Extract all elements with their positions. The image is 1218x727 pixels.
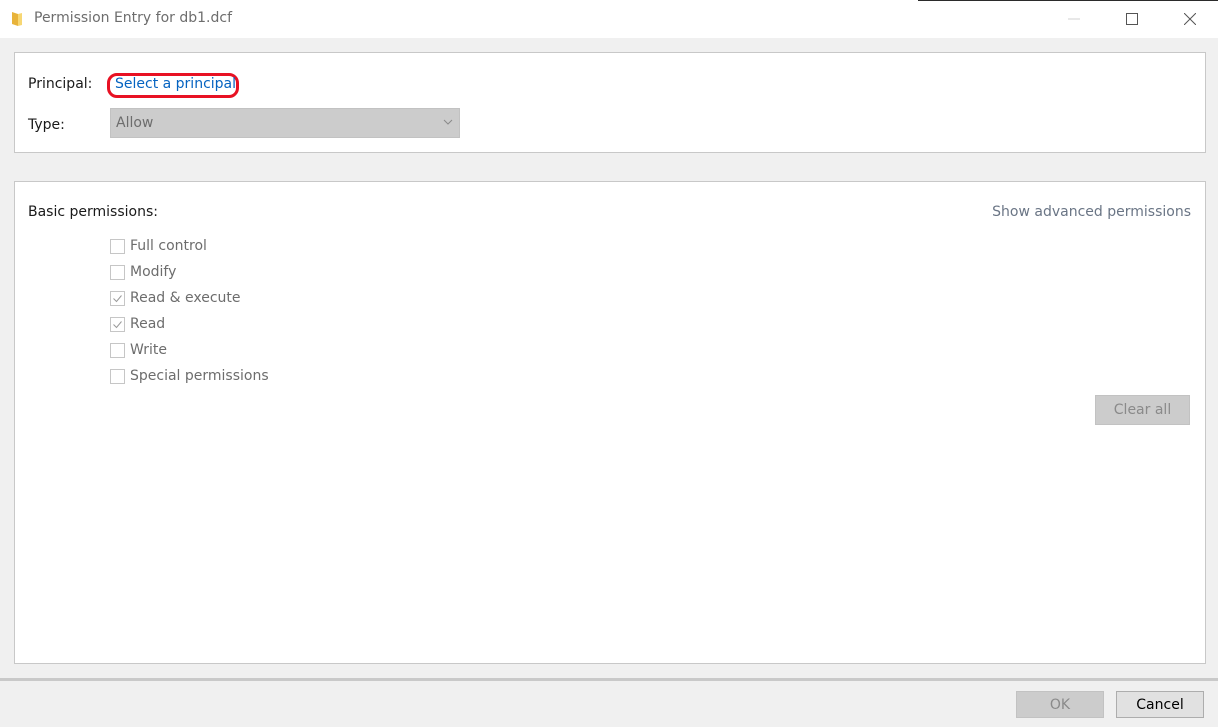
permission-list: Full control Modify Read & execute Read … — [110, 233, 269, 389]
cancel-button[interactable]: Cancel — [1116, 691, 1204, 718]
permissions-panel: Basic permissions: Show advanced permiss… — [14, 181, 1206, 664]
maximize-icon — [1126, 13, 1138, 25]
special-permissions-label: Special permissions — [130, 368, 269, 384]
checkmark-icon — [113, 294, 122, 302]
write-label: Write — [130, 342, 167, 358]
permission-item-modify[interactable]: Modify — [110, 259, 269, 285]
full-control-label: Full control — [130, 238, 207, 254]
select-principal-link[interactable]: Select a principal — [115, 76, 236, 92]
modify-label: Modify — [130, 264, 177, 280]
read-checkbox[interactable] — [110, 316, 125, 332]
maximize-button[interactable] — [1103, 0, 1161, 38]
write-checkbox[interactable] — [110, 342, 125, 358]
ok-button[interactable]: OK — [1016, 691, 1104, 718]
basic-permissions-heading: Basic permissions: — [28, 204, 158, 220]
permission-item-write[interactable]: Write — [110, 337, 269, 363]
title-bar[interactable]: Permission Entry for db1.dcf — [0, 0, 1218, 38]
permission-item-read-execute[interactable]: Read & execute — [110, 285, 269, 311]
show-advanced-permissions-link[interactable]: Show advanced permissions — [992, 204, 1191, 220]
minimize-icon — [1068, 18, 1080, 20]
clear-all-button[interactable]: Clear all — [1095, 395, 1190, 425]
permission-entry-dialog: Permission Entry for db1.dcf Principal: … — [0, 0, 1218, 727]
footer-divider — [0, 678, 1218, 681]
modify-checkbox[interactable] — [110, 264, 125, 280]
type-label: Type: — [28, 117, 65, 133]
full-control-checkbox[interactable] — [110, 238, 125, 254]
principal-label: Principal: — [28, 76, 93, 92]
permission-item-read[interactable]: Read — [110, 311, 269, 337]
type-dropdown[interactable]: Allow — [110, 108, 460, 138]
permission-item-special[interactable]: Special permissions — [110, 363, 269, 389]
folder-icon — [12, 12, 22, 26]
read-execute-checkbox[interactable] — [110, 290, 125, 306]
special-permissions-checkbox[interactable] — [110, 368, 125, 384]
read-label: Read — [130, 316, 166, 332]
permission-item-full-control[interactable]: Full control — [110, 233, 269, 259]
close-button[interactable] — [1161, 0, 1218, 38]
close-icon — [1184, 13, 1196, 25]
minimize-button[interactable] — [1045, 0, 1103, 38]
type-dropdown-value: Allow — [116, 115, 154, 131]
read-execute-label: Read & execute — [130, 290, 241, 306]
checkmark-icon — [113, 320, 122, 328]
chevron-down-icon — [443, 119, 453, 125]
window-title: Permission Entry for db1.dcf — [34, 10, 233, 26]
principal-panel: Principal: Select a principal Type: Allo… — [14, 52, 1206, 153]
